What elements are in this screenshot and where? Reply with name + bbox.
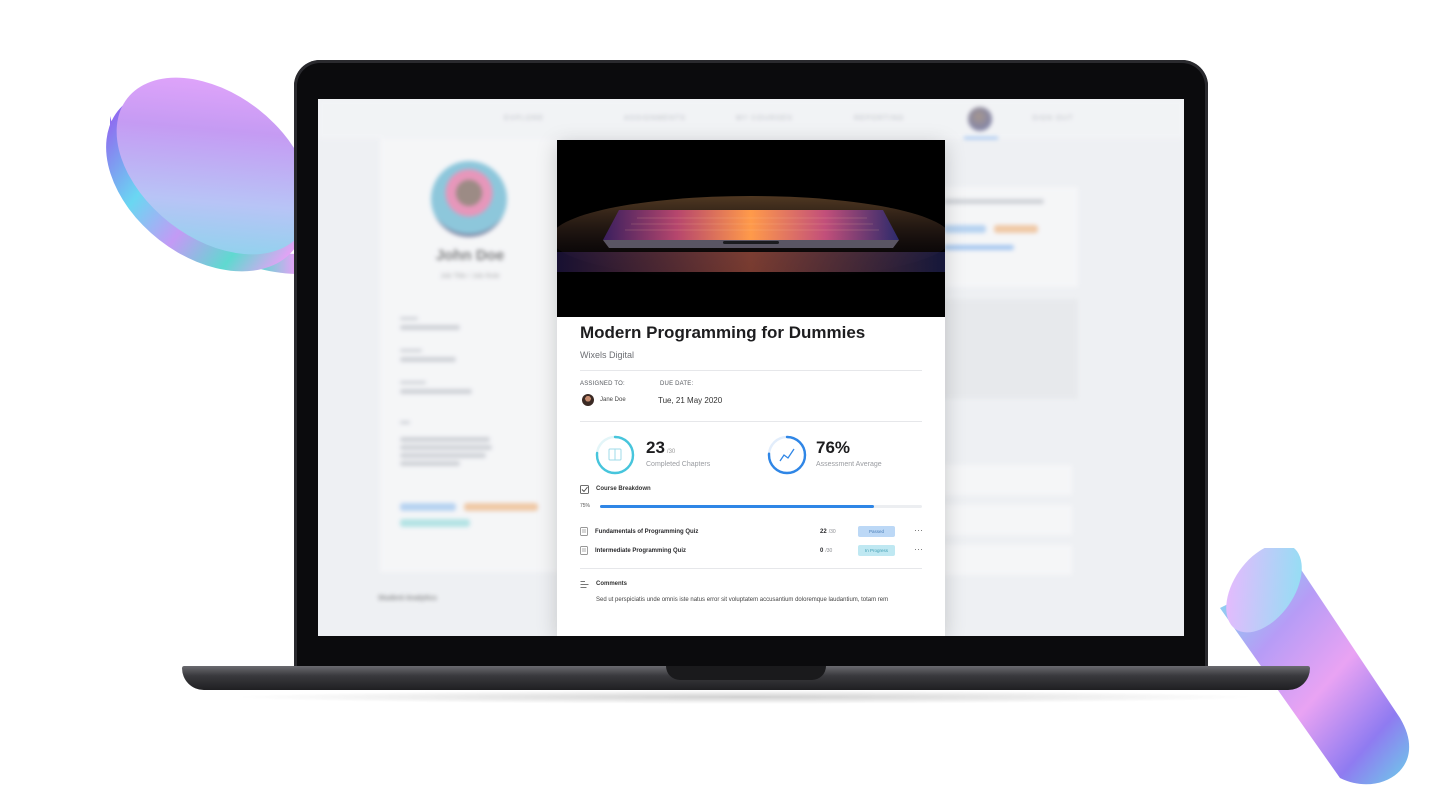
course-breakdown-title: Course Breakdown (596, 486, 651, 492)
chapters-completed-label: Completed Chapters (646, 461, 711, 468)
nav-item-my-courses[interactable]: MY COURSES (736, 115, 793, 122)
course-breakdown-header: Course Breakdown (580, 484, 922, 500)
course-progress-row: 75% (580, 500, 922, 516)
quiz-row[interactable]: Fundamentals of Programming Quiz 22/30 P… (580, 524, 923, 543)
assignee-name: Jane Doe (600, 397, 626, 403)
profile-job-title: Job Title / Job Role (440, 273, 500, 280)
trend-chart-icon (779, 448, 795, 462)
document-icon (580, 546, 588, 555)
course-progress-percent: 75% (580, 503, 591, 509)
document-icon (580, 527, 588, 536)
due-date-value: Tue, 21 May 2020 (658, 396, 723, 405)
assignment-meta: ASSIGNED TO: DUE DATE: Jane Doe Tue, 21 … (580, 371, 922, 411)
chapters-completed-value: 23/30 (646, 438, 676, 457)
assessment-average-label: Assessment Average (816, 461, 882, 468)
nav-item-sign-out[interactable]: SIGN OUT (1032, 115, 1074, 122)
course-detail-modal: Modern Programming for Dummies Wixels Di… (557, 140, 945, 636)
assignment-row (938, 545, 1072, 575)
laptop-shadow (230, 690, 1260, 704)
quiz-name: Fundamentals of Programming Quiz (595, 529, 699, 535)
nav-active-indicator (964, 137, 998, 139)
assignment-row (938, 465, 1072, 495)
quiz-row[interactable]: Intermediate Programming Quiz 0/30 In Pr… (580, 543, 923, 562)
course-progress-track (600, 505, 922, 508)
profile-name: John Doe (435, 247, 505, 264)
quiz-score: 22/30 (820, 529, 836, 535)
course-hero-image (557, 140, 945, 317)
laptop-screen: EXPLORE ASSIGNMENTS MY COURSES REPORTING… (318, 99, 1184, 636)
assignment-row (938, 505, 1072, 535)
course-progress-fill (600, 505, 874, 508)
nav-item-explore[interactable]: EXPLORE (504, 115, 544, 122)
course-publisher: Wixels Digital (580, 350, 635, 360)
profile-avatar (431, 161, 507, 237)
quiz-status-badge: In Progress (858, 545, 895, 556)
checkbox-icon (580, 485, 589, 494)
promo-scene: EXPLORE ASSIGNMENTS MY COURSES REPORTING… (0, 0, 1440, 810)
quiz-status-badge: Passed (858, 526, 895, 537)
chapter-book-icon (608, 448, 622, 461)
top-navigation: EXPLORE ASSIGNMENTS MY COURSES REPORTING… (318, 99, 1184, 139)
assessment-progress-ring (767, 435, 807, 475)
quiz-score: 0/30 (820, 548, 833, 554)
analytics-heading: Student Analytics (378, 595, 437, 602)
nav-avatar[interactable] (968, 107, 992, 131)
placeholder-panel (938, 299, 1078, 399)
due-date-label: DUE DATE: (660, 381, 694, 387)
chapters-progress-ring (595, 435, 635, 475)
comments-header: Comments (580, 579, 922, 595)
comment-text: Sed ut perspiciatis unde omnis iste natu… (596, 597, 889, 603)
course-stats: 23/30 Completed Chapters 76% Assessment … (580, 422, 922, 484)
more-options-icon[interactable]: ⋯ (914, 525, 923, 536)
nav-item-assignments[interactable]: ASSIGNMENTS (624, 115, 686, 122)
nav-item-reporting[interactable]: REPORTING (854, 115, 905, 122)
assigned-to-label: ASSIGNED TO: (580, 381, 625, 387)
course-details: Modern Programming for Dummies Wixels Di… (580, 323, 923, 603)
profile-info-card (380, 297, 560, 572)
assessment-average-value: 76% (816, 438, 851, 457)
comments-title: Comments (596, 581, 628, 587)
assignee-avatar (582, 394, 594, 406)
assignment-summary-card (938, 187, 1078, 287)
quiz-name: Intermediate Programming Quiz (595, 548, 687, 554)
comments-list-icon (580, 581, 589, 588)
laptop-hinge-notch (666, 666, 826, 680)
more-options-icon[interactable]: ⋯ (914, 544, 923, 555)
course-title: Modern Programming for Dummies (580, 323, 866, 342)
